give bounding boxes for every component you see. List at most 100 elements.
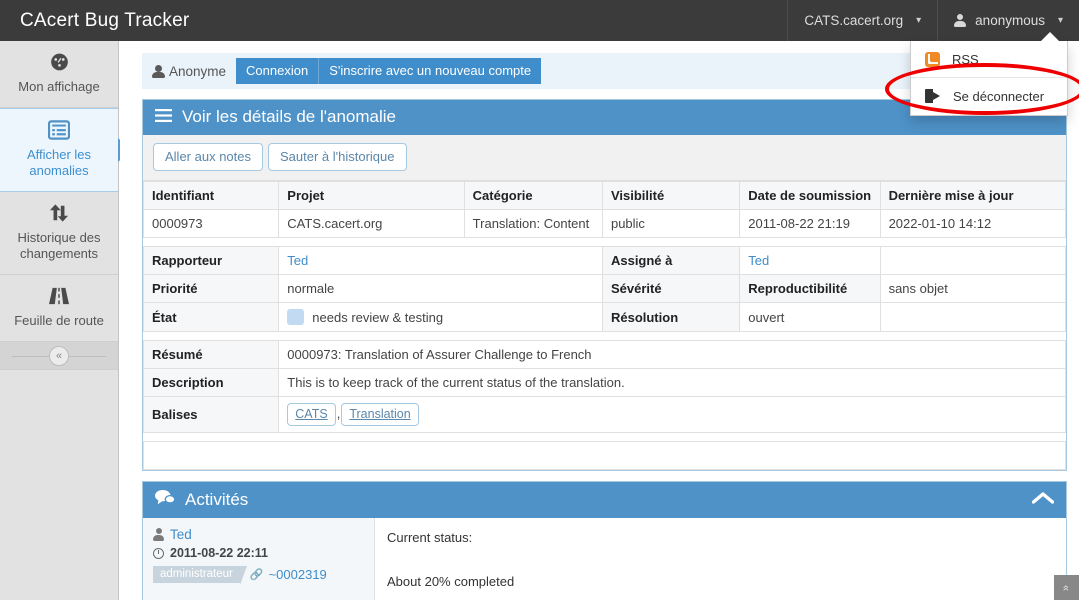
dropdown-item-rss-label: RSS xyxy=(952,52,979,67)
cell-category: Translation: Content xyxy=(464,210,602,238)
col-header-id: Identifiant xyxy=(144,182,279,210)
dashboard-icon xyxy=(6,52,112,72)
cell-updated: 2022-01-10 14:12 xyxy=(880,210,1065,238)
rss-icon xyxy=(925,52,940,67)
sidebar-item-my-view[interactable]: Mon affichage xyxy=(0,41,118,108)
table-spacer-row xyxy=(144,433,1066,442)
issue-summary-table: Identifiant Projet Catégorie Visibilité … xyxy=(143,181,1066,470)
issue-details-panel: Voir les détails de l'anomalie Aller aux… xyxy=(142,99,1067,471)
clock-icon xyxy=(153,548,164,559)
value-priority: normale xyxy=(279,275,603,303)
value-resolution: ouvert xyxy=(740,303,880,332)
list-view-icon xyxy=(6,120,112,140)
value-reproducibility: sans objet xyxy=(880,275,1065,303)
col-header-updated: Dernière mise à jour xyxy=(880,182,1065,210)
col-header-submitted: Date de soumission xyxy=(740,182,880,210)
cell-empty xyxy=(144,442,1066,470)
hamburger-icon xyxy=(155,107,172,127)
main-content: Anonyme Connexion S'inscrire avec un nou… xyxy=(120,41,1079,600)
sidebar-item-my-view-label: Mon affichage xyxy=(18,79,99,94)
dropdown-item-rss[interactable]: RSS xyxy=(911,45,1067,73)
sidebar-collapse-toggle[interactable]: « xyxy=(0,342,118,370)
user-icon xyxy=(954,14,966,27)
sidebar: Mon affichage Afficher les anomalies xyxy=(0,41,119,600)
note-timestamp-label: 2011-08-22 22:11 xyxy=(170,546,268,560)
chevron-down-icon: ▾ xyxy=(1058,15,1063,26)
topbar-spacer xyxy=(209,0,787,41)
issue-jump-buttons: Aller aux notes Sauter à l'historique xyxy=(143,135,1066,181)
dropdown-item-logout[interactable]: Se déconnecter xyxy=(911,82,1067,110)
sidebar-item-roadmap[interactable]: Feuille de route xyxy=(0,275,118,342)
note-author[interactable]: Ted xyxy=(153,527,364,542)
note-author-label: Ted xyxy=(170,527,192,542)
exchange-icon xyxy=(6,203,112,223)
project-selector[interactable]: CATS.cacert.org ▾ xyxy=(787,0,937,41)
value-description: This is to keep track of the current sta… xyxy=(279,369,1066,397)
road-icon xyxy=(6,286,112,306)
note-permalink[interactable]: 🔗 ~0002319 xyxy=(250,567,327,582)
back-to-top-button[interactable]: » xyxy=(1054,575,1079,600)
label-description: Description xyxy=(144,369,279,397)
label-severity: Sévérité xyxy=(602,275,739,303)
label-resolution: Résolution xyxy=(602,303,739,332)
goto-history-button[interactable]: Sauter à l'historique xyxy=(268,143,407,171)
cell-empty xyxy=(880,303,1065,332)
note-permalink-label: ~0002319 xyxy=(269,567,327,582)
assignee-link[interactable]: Ted xyxy=(748,253,769,268)
anonymous-user: Anonyme xyxy=(152,64,226,79)
tag-chip[interactable]: CATS xyxy=(287,403,335,426)
app-title: CAcert Bug Tracker xyxy=(0,0,209,41)
table-row: Priorité normale Sévérité Reproductibili… xyxy=(144,275,1066,303)
cell-empty xyxy=(880,247,1065,275)
chevron-up-double-icon: » xyxy=(1061,584,1073,590)
user-icon xyxy=(152,64,164,78)
activity-header: Activités xyxy=(143,482,1066,518)
chevron-left-icon: « xyxy=(49,346,69,366)
note-text-line-2: About 20% completed xyxy=(387,571,1054,593)
user-icon xyxy=(153,528,164,541)
col-header-visibility: Visibilité xyxy=(602,182,739,210)
activity-title: Activités xyxy=(185,490,248,510)
tag-chip[interactable]: Translation xyxy=(341,403,418,426)
note-meta-row: administrateur 🔗 ~0002319 xyxy=(153,566,364,583)
table-row: État needs review & testing Résolution o… xyxy=(144,303,1066,332)
activity-panel: Activités Ted 2011-08-22 22:11 xyxy=(142,481,1067,600)
dropdown-divider xyxy=(911,77,1067,78)
activity-note-meta: Ted 2011-08-22 22:11 administrateur 🔗 ~0… xyxy=(143,518,375,600)
login-button[interactable]: Connexion xyxy=(236,58,319,84)
col-header-project: Projet xyxy=(279,182,464,210)
sidebar-item-roadmap-label: Feuille de route xyxy=(14,313,104,328)
role-badge: administrateur xyxy=(153,566,240,583)
goto-notes-button[interactable]: Aller aux notes xyxy=(153,143,263,171)
label-reporter: Rapporteur xyxy=(144,247,279,275)
issue-details-title: Voir les détails de l'anomalie xyxy=(182,107,396,127)
table-row: Description This is to keep track of the… xyxy=(144,369,1066,397)
table-row: Rapporteur Ted Assigné à Ted xyxy=(144,247,1066,275)
signup-button[interactable]: S'inscrire avec un nouveau compte xyxy=(319,58,541,84)
col-header-category: Catégorie xyxy=(464,182,602,210)
label-tags: Balises xyxy=(144,397,279,433)
label-priority: Priorité xyxy=(144,275,279,303)
value-assigned-to: Ted xyxy=(740,247,880,275)
link-icon: 🔗 xyxy=(250,568,264,581)
dropdown-item-logout-label: Se déconnecter xyxy=(953,89,1044,104)
sidebar-item-view-issues-label: Afficher les anomalies xyxy=(27,147,91,178)
reporter-link[interactable]: Ted xyxy=(287,253,308,268)
activity-note-list: Ted 2011-08-22 22:11 administrateur 🔗 ~0… xyxy=(143,518,1066,600)
table-tail-row xyxy=(144,442,1066,470)
sidebar-filler xyxy=(0,370,118,570)
cell-project: CATS.cacert.org xyxy=(279,210,464,238)
table-header-row: Identifiant Projet Catégorie Visibilité … xyxy=(144,182,1066,210)
sidebar-item-changelog[interactable]: Historique des changements xyxy=(0,192,118,275)
note-text-line-1: Current status: xyxy=(387,527,1054,549)
anonymous-user-label: Anonyme xyxy=(169,64,226,79)
project-selector-label: CATS.cacert.org xyxy=(804,13,903,28)
value-status: needs review & testing xyxy=(279,303,603,332)
chevron-up-icon[interactable] xyxy=(1032,490,1054,510)
sidebar-item-view-issues[interactable]: Afficher les anomalies xyxy=(0,108,118,192)
value-reporter: Ted xyxy=(279,247,603,275)
top-navigation-bar: CAcert Bug Tracker CATS.cacert.org ▾ ano… xyxy=(0,0,1079,41)
user-menu-label: anonymous xyxy=(975,13,1045,28)
cell-visibility: public xyxy=(602,210,739,238)
sign-out-icon xyxy=(925,89,941,103)
